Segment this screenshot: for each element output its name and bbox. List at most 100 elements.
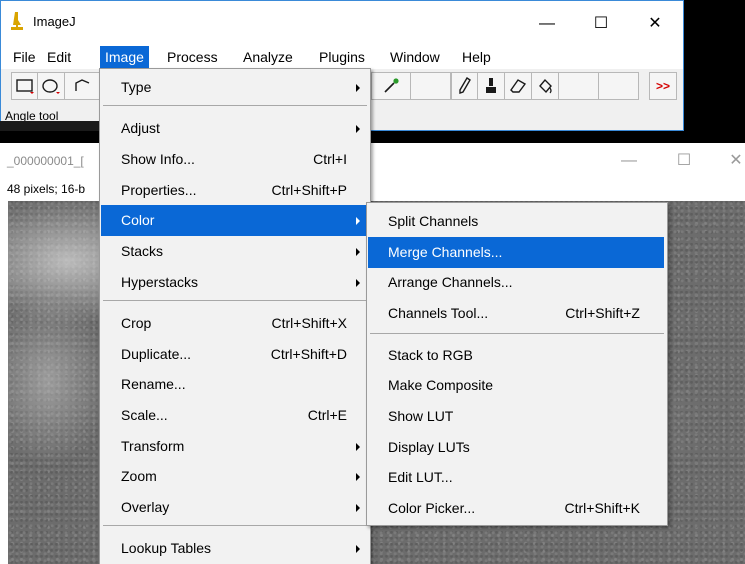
menu-item-label: Duplicate... <box>121 346 192 362</box>
menu-item-label: Adjust <box>121 120 160 136</box>
menu-item-label: Merge Channels... <box>388 244 503 260</box>
dropper-tool[interactable] <box>371 72 411 100</box>
image-menu-item-zoom[interactable]: Zoom <box>101 461 369 492</box>
color-menu-item-show-lut[interactable]: Show LUT <box>368 401 664 432</box>
menu-separator <box>103 525 367 526</box>
submenu-arrow-icon <box>356 84 360 92</box>
menu-item-label: Make Composite <box>388 377 494 393</box>
image-menu-item-lookup-tables[interactable]: Lookup Tables <box>101 533 369 564</box>
menu-help[interactable]: Help <box>457 46 496 69</box>
rectangle-icon <box>15 79 34 94</box>
submenu-arrow-icon <box>356 545 360 553</box>
color-menu-item-color-picker[interactable]: Color Picker... Ctrl+Shift+K <box>368 493 664 524</box>
image-menu-item-crop[interactable]: Crop Ctrl+Shift+X <box>101 308 369 339</box>
image-close-button[interactable]: ✕ <box>716 149 745 173</box>
minimize-button[interactable]: — <box>525 9 569 39</box>
more-tools-button[interactable]: >> <box>649 72 677 100</box>
image-minimize-button[interactable]: — <box>609 149 649 173</box>
color-menu-item-display-luts[interactable]: Display LUTs <box>368 432 664 463</box>
menu-image[interactable]: Image <box>100 46 149 69</box>
image-menu-item-duplicate[interactable]: Duplicate... Ctrl+Shift+D <box>101 339 369 370</box>
menu-item-label: Channels Tool... <box>388 305 489 321</box>
color-submenu: Split Channels Merge Channels... Arrange C… <box>366 202 668 526</box>
menubar: File Edit Image Process Analyze Plugins … <box>1 46 683 69</box>
menu-plugins[interactable]: Plugins <box>314 46 370 69</box>
menu-item-label: Zoom <box>121 468 157 484</box>
menu-item-label: Scale... <box>121 407 168 423</box>
polygon-tool[interactable] <box>65 72 101 100</box>
submenu-arrow-icon <box>356 125 360 133</box>
main-titlebar[interactable]: ImageJ — ☐ ✕ <box>1 1 683 46</box>
oval-tool[interactable] <box>38 72 65 100</box>
image-menu-item-rename[interactable]: Rename... <box>101 369 369 400</box>
menu-item-label: Color <box>121 212 155 228</box>
color-dropper-icon <box>384 78 399 93</box>
menu-item-shortcut: Ctrl+Shift+K <box>564 500 640 516</box>
pencil-tool[interactable] <box>451 72 478 100</box>
polygon-icon <box>74 79 89 91</box>
menu-analyze[interactable]: Analyze <box>238 46 298 69</box>
menu-process[interactable]: Process <box>162 46 223 69</box>
imagej-microscope-icon <box>10 11 24 33</box>
flood-fill-tool[interactable] <box>532 72 559 100</box>
image-maximize-button[interactable]: ☐ <box>664 149 704 173</box>
color-menu-item-arrange-channels[interactable]: Arrange Channels... <box>368 267 664 298</box>
color-menu-item-edit-lut[interactable]: Edit LUT... <box>368 462 664 493</box>
menu-item-label: Lookup Tables <box>121 540 212 556</box>
image-menu-item-color[interactable]: Color <box>101 205 369 236</box>
submenu-arrow-icon <box>356 504 360 512</box>
brush-tool[interactable] <box>478 72 505 100</box>
empty-tool-slot-3[interactable] <box>599 72 639 100</box>
menu-item-shortcut: Ctrl+Shift+P <box>271 182 347 198</box>
image-menu-item-scale[interactable]: Scale... Ctrl+E <box>101 400 369 431</box>
image-menu-item-hyperstacks[interactable]: Hyperstacks <box>101 267 369 298</box>
eraser-tool[interactable] <box>505 72 532 100</box>
color-menu-item-make-composite[interactable]: Make Composite <box>368 370 664 401</box>
image-menu-item-show-info[interactable]: Show Info... Ctrl+I <box>101 144 369 175</box>
color-menu-item-channels-tool[interactable]: Channels Tool... Ctrl+Shift+Z <box>368 298 664 329</box>
color-menu-item-merge-channels[interactable]: Merge Channels... <box>368 237 664 268</box>
menu-item-label: Crop <box>121 315 152 331</box>
paintbrush-icon <box>486 78 496 93</box>
close-button[interactable]: ✕ <box>633 9 677 39</box>
menu-item-shortcut: Ctrl+I <box>313 151 347 167</box>
image-menu-item-properties[interactable]: Properties... Ctrl+Shift+P <box>101 175 369 206</box>
menu-item-label: Type <box>121 79 152 95</box>
image-menu-item-stacks[interactable]: Stacks <box>101 236 369 267</box>
oval-icon <box>42 79 60 94</box>
menu-separator <box>103 105 367 106</box>
image-dropdown-menu: Type Adjust Show Info... Ctrl+I Properties..… <box>99 68 371 564</box>
menu-item-label: Color Picker... <box>388 500 476 516</box>
menu-item-label: Stacks <box>121 243 164 259</box>
image-window-title: _000000001_[ <box>7 154 84 168</box>
menu-item-label: Show LUT <box>388 408 454 424</box>
menu-item-shortcut: Ctrl+Shift+Z <box>565 305 640 321</box>
menu-item-label: Show Info... <box>121 151 195 167</box>
submenu-arrow-icon <box>356 279 360 287</box>
submenu-arrow-icon <box>356 248 360 256</box>
rectangle-tool[interactable] <box>11 72 38 100</box>
menu-item-label: Split Channels <box>388 213 479 229</box>
empty-tool-slot-2[interactable] <box>559 72 599 100</box>
menu-item-label: Overlay <box>121 499 170 515</box>
image-menu-item-transform[interactable]: Transform <box>101 431 369 462</box>
menu-edit[interactable]: Edit <box>42 46 76 69</box>
menu-item-shortcut: Ctrl+Shift+X <box>271 315 347 331</box>
pencil-icon <box>458 77 471 94</box>
menu-item-label: Hyperstacks <box>121 274 199 290</box>
menu-separator <box>103 300 367 301</box>
image-menu-item-adjust[interactable]: Adjust <box>101 113 369 144</box>
menu-item-label: Properties... <box>121 182 197 198</box>
submenu-arrow-icon <box>356 473 360 481</box>
maximize-button[interactable]: ☐ <box>579 9 623 39</box>
menu-item-label: Edit LUT... <box>388 469 453 485</box>
color-menu-item-stack-to-rgb[interactable]: Stack to RGB <box>368 340 664 371</box>
menu-window[interactable]: Window <box>385 46 445 69</box>
menu-file[interactable]: File <box>8 46 41 69</box>
empty-tool-slot[interactable] <box>411 72 451 100</box>
image-menu-item-overlay[interactable]: Overlay <box>101 492 369 523</box>
menu-item-label: Display LUTs <box>388 439 470 455</box>
image-menu-item-type[interactable]: Type <box>101 72 369 103</box>
app-title: ImageJ <box>33 14 76 29</box>
color-menu-item-split-channels[interactable]: Split Channels <box>368 206 664 237</box>
